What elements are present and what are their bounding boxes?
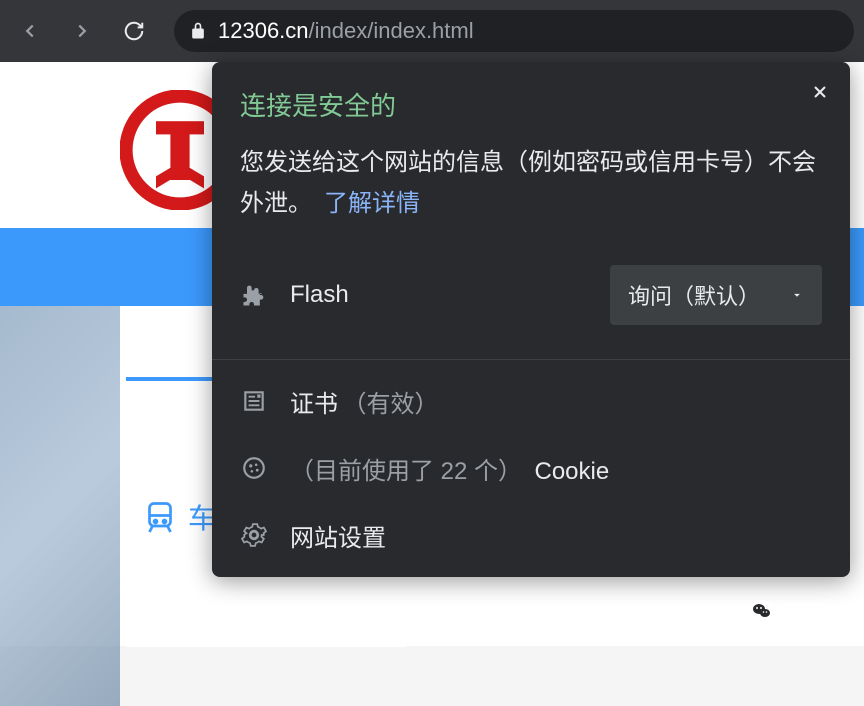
certificate-row[interactable]: 证书 （有效） xyxy=(212,368,850,435)
background-photo xyxy=(0,306,120,706)
cookie-icon xyxy=(240,454,268,482)
reload-button[interactable] xyxy=(114,11,154,51)
flash-row: Flash 询问（默认） xyxy=(212,245,850,351)
site-info-popup: 连接是安全的 您发送给这个网站的信息（例如密码或信用卡号）不会外泄。了解详情 F… xyxy=(212,62,850,577)
site-settings-label: 网站设置 xyxy=(290,518,386,553)
cookie-label: Cookie xyxy=(535,458,610,485)
url-text: 12306.cn/index/index.html xyxy=(218,18,474,44)
browser-toolbar: 12306.cn/index/index.html xyxy=(0,0,864,62)
cert-label: 证书 xyxy=(290,391,338,418)
site-settings-row[interactable]: 网站设置 xyxy=(212,502,850,569)
train-icon xyxy=(142,499,178,535)
wechat-icon xyxy=(750,599,774,623)
learn-more-link[interactable]: 了解详情 xyxy=(324,190,420,217)
train-ticket-tab[interactable]: 车 xyxy=(142,497,216,537)
plugin-icon xyxy=(240,281,268,309)
watermark: 量子位 xyxy=(750,598,836,624)
forward-button[interactable] xyxy=(62,11,102,51)
lock-icon[interactable] xyxy=(188,21,208,41)
cert-status: （有效） xyxy=(342,391,438,418)
chevron-down-icon xyxy=(790,288,804,302)
certificate-icon xyxy=(240,387,268,415)
divider xyxy=(212,359,850,360)
address-bar[interactable]: 12306.cn/index/index.html xyxy=(174,10,854,52)
close-button[interactable] xyxy=(810,82,830,102)
gear-icon xyxy=(240,521,268,549)
flash-dropdown[interactable]: 询问（默认） xyxy=(610,265,822,325)
cookie-row[interactable]: （目前使用了 22 个） Cookie xyxy=(212,435,850,502)
back-button[interactable] xyxy=(10,11,50,51)
popup-description: 您发送给这个网站的信息（例如密码或信用卡号）不会外泄。了解详情 xyxy=(212,135,850,245)
flash-label: Flash xyxy=(290,281,349,309)
popup-title: 连接是安全的 xyxy=(240,86,822,123)
